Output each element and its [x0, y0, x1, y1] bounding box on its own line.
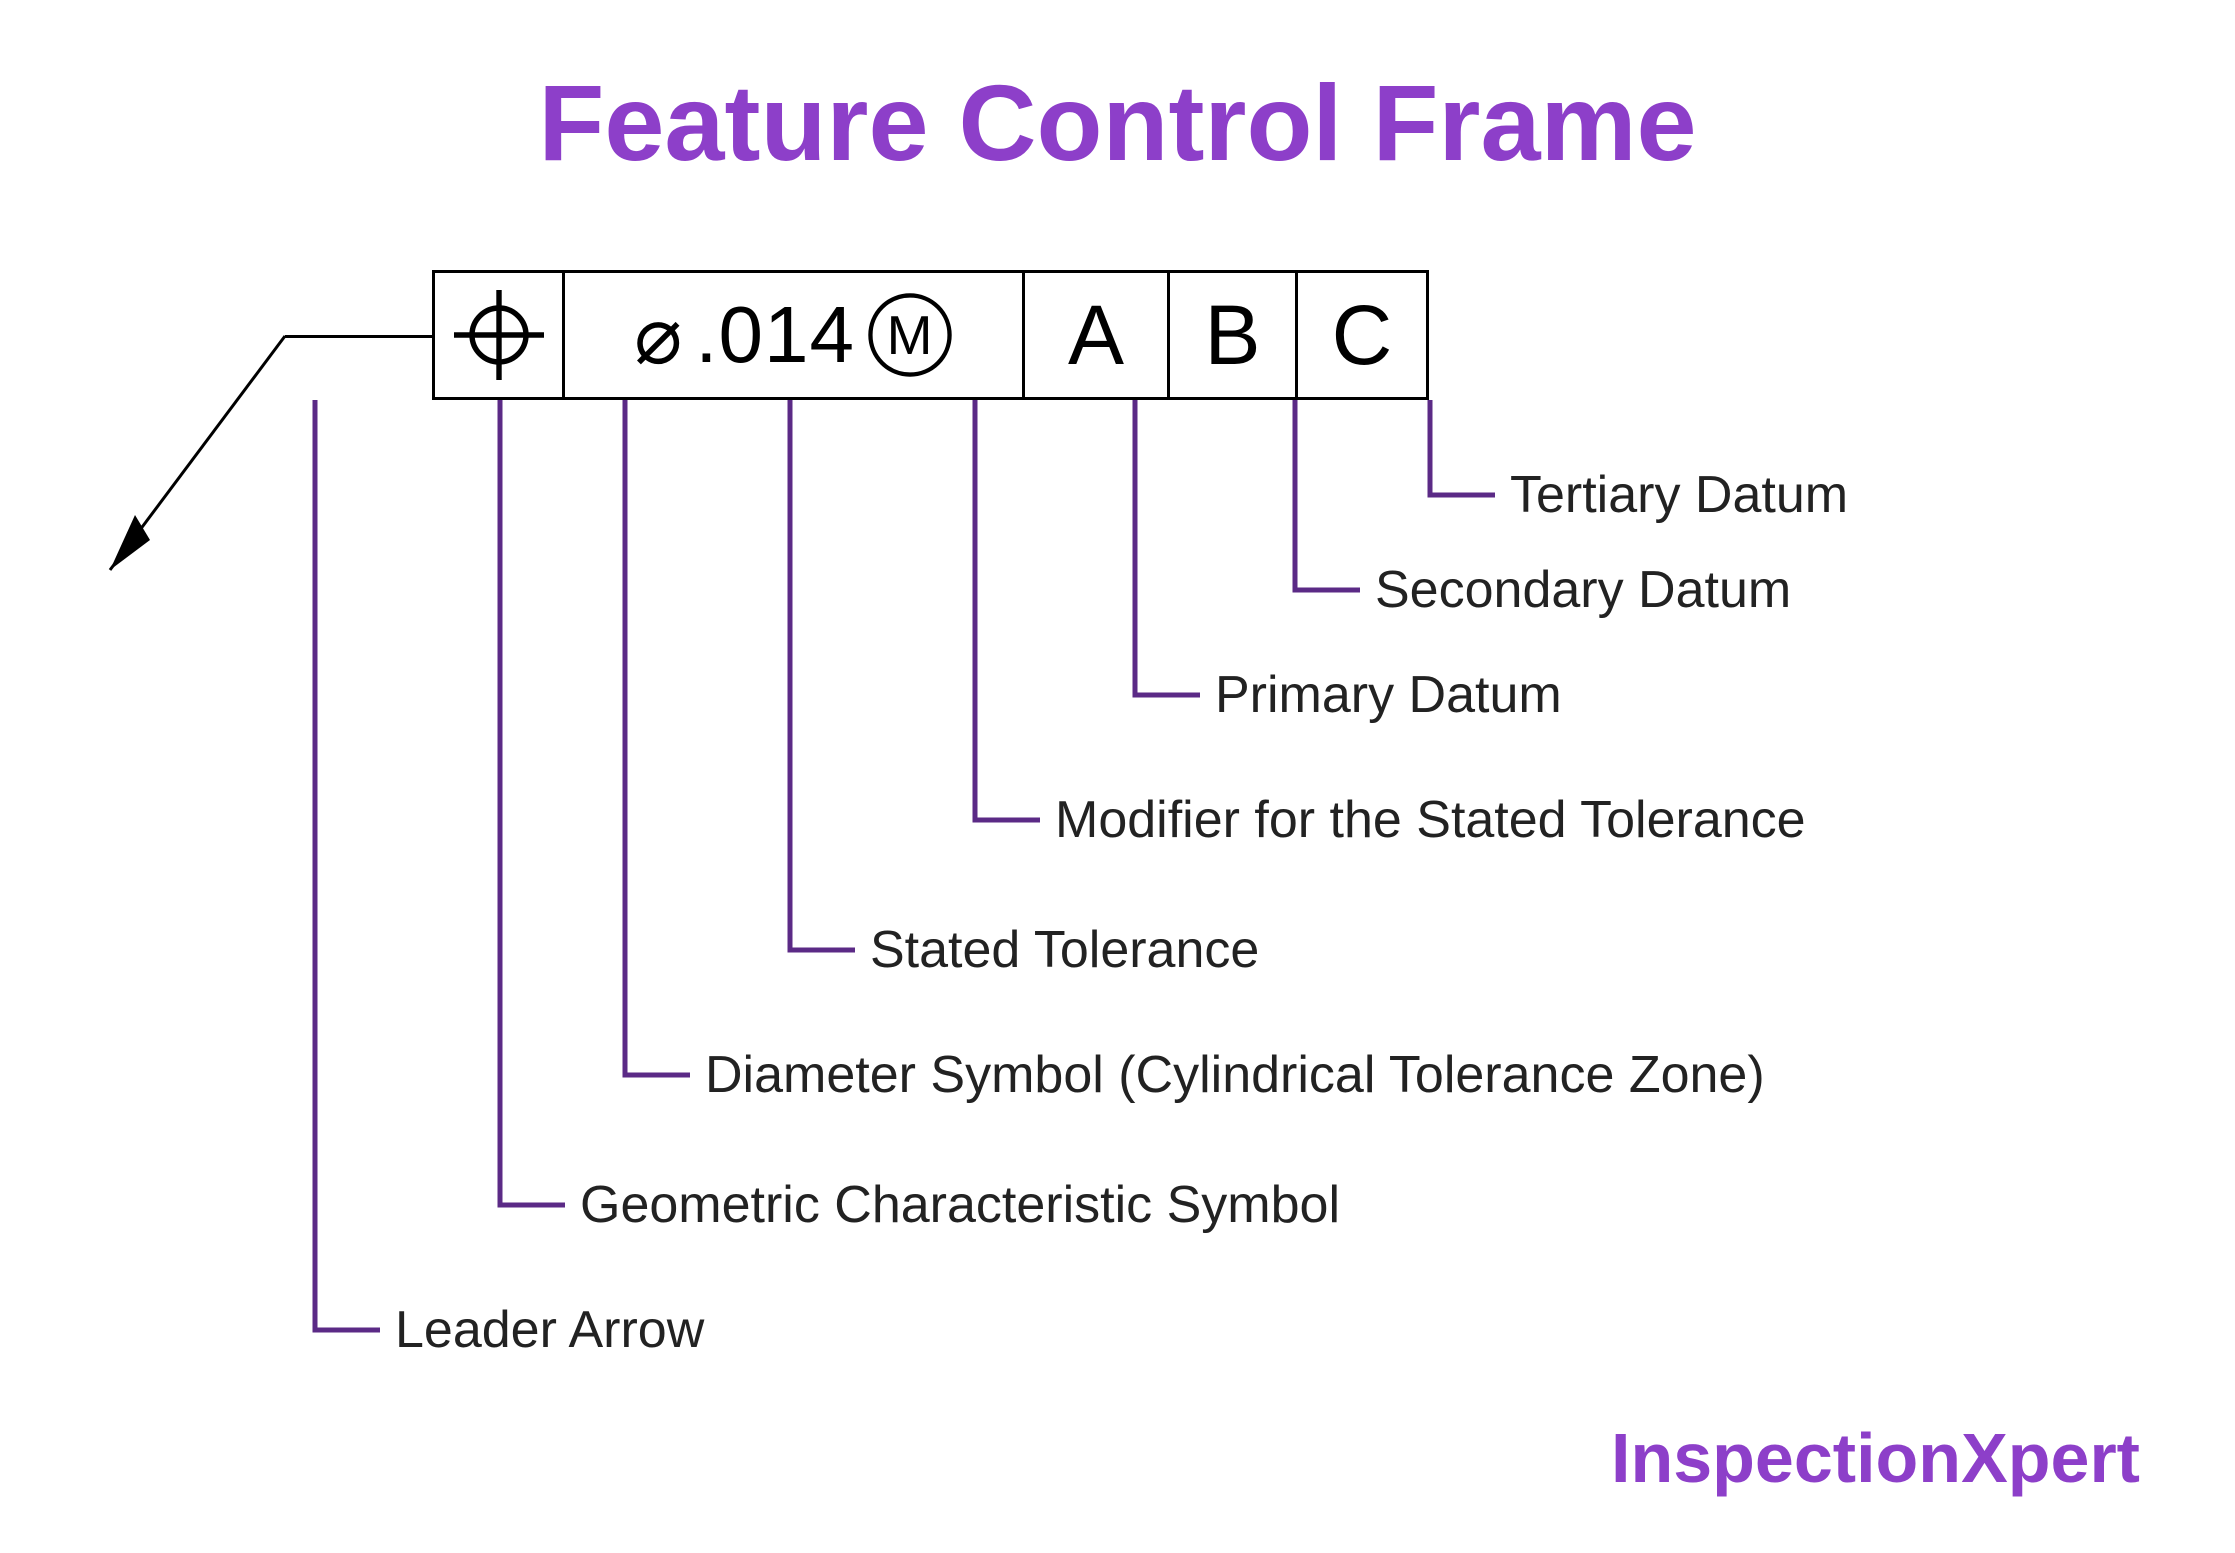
callout-secondary-datum: Secondary Datum: [1375, 560, 1791, 620]
callout-geometric-char: Geometric Characteristic Symbol: [580, 1175, 1340, 1235]
tolerance-cell: ⌀ .014 M: [565, 273, 1025, 397]
modifier-circle-icon: M: [867, 292, 953, 378]
page-title: Feature Control Frame: [0, 60, 2235, 185]
callout-tertiary-datum: Tertiary Datum: [1510, 465, 1848, 525]
position-symbol-icon: [454, 290, 544, 380]
connector-lines: [0, 0, 2235, 1553]
secondary-datum-cell: B: [1170, 273, 1298, 397]
tertiary-datum-cell: C: [1298, 273, 1426, 397]
callout-stated-tolerance: Stated Tolerance: [870, 920, 1259, 980]
logo-part2: Xpert: [1961, 1419, 2140, 1497]
callout-leader-arrow: Leader Arrow: [395, 1300, 704, 1360]
callout-primary-datum: Primary Datum: [1215, 665, 1562, 725]
feature-control-frame: ⌀ .014 M A B C: [432, 270, 1429, 400]
diameter-symbol-icon: ⌀: [634, 289, 683, 382]
tolerance-value: .014: [695, 289, 855, 381]
brand-logo: InspectionXpert: [1611, 1418, 2140, 1498]
callout-modifier: Modifier for the Stated Tolerance: [1055, 790, 1806, 850]
primary-datum-cell: A: [1025, 273, 1170, 397]
geometric-characteristic-cell: [435, 273, 565, 397]
callout-diameter: Diameter Symbol (Cylindrical Tolerance Z…: [705, 1045, 1765, 1105]
logo-part1: Inspection: [1611, 1419, 1961, 1497]
leader-stub: [285, 335, 432, 338]
svg-text:M: M: [887, 304, 934, 366]
